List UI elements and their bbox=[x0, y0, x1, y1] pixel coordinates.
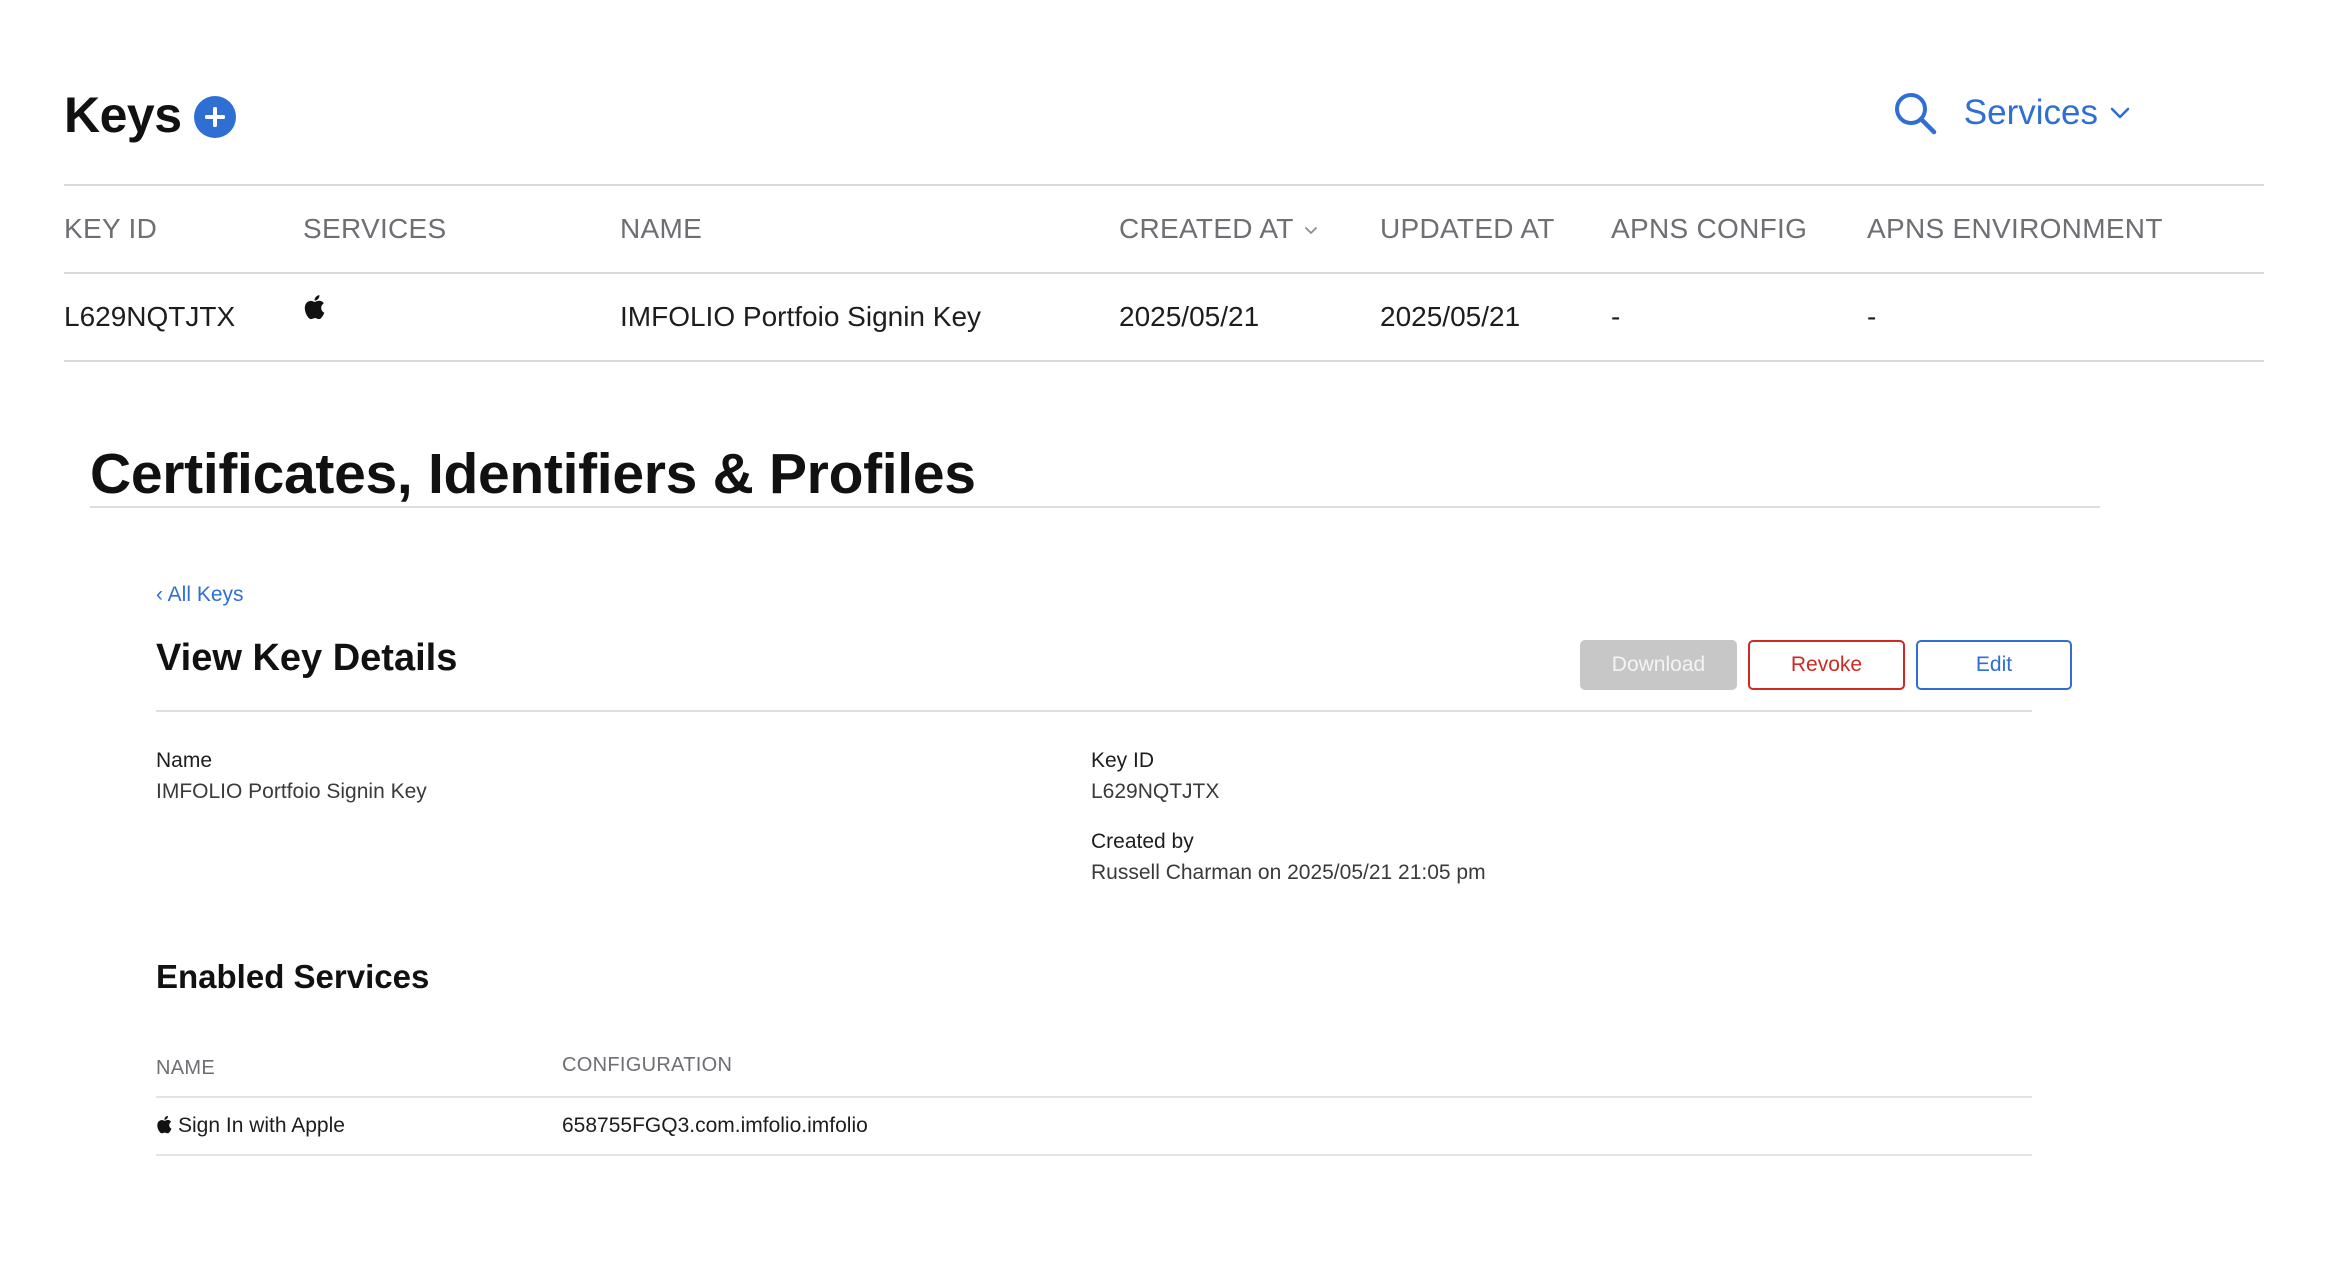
created-by-label: Created by bbox=[1091, 830, 1194, 853]
divider bbox=[90, 506, 2100, 508]
column-header-apns-environment: APNS ENVIRONMENT bbox=[1867, 213, 2163, 244]
key-id-value: L629NQTJTX bbox=[1091, 780, 1220, 803]
services-filter-label: Services bbox=[1963, 93, 2098, 132]
revoke-button[interactable]: Revoke bbox=[1748, 640, 1905, 690]
enabled-services-table: NAME CONFIGURATION Sign In with Apple 65… bbox=[156, 1040, 2032, 1156]
row-key-id: L629NQTJTX bbox=[64, 301, 236, 332]
column-header-key-id: KEY ID bbox=[64, 213, 158, 244]
name-value: IMFOLIO Portfoio Signin Key bbox=[156, 780, 427, 803]
column-header-updated-at: UPDATED AT bbox=[1380, 213, 1555, 244]
service-configuration: 658755FGQ3.com.imfolio.imfolio bbox=[562, 1114, 868, 1137]
column-header-services: SERVICES bbox=[303, 213, 447, 244]
table-row[interactable]: L629NQTJTX IMFOLIO Portfoio Signin Key 2… bbox=[64, 272, 2264, 362]
row-apns-config: - bbox=[1611, 301, 1621, 332]
key-id-label: Key ID bbox=[1091, 749, 1155, 772]
enabled-services-title: Enabled Services bbox=[156, 958, 430, 995]
details-title: View Key Details bbox=[156, 637, 458, 679]
edit-button[interactable]: Edit bbox=[1916, 640, 2072, 690]
search-icon[interactable] bbox=[1892, 90, 1938, 136]
row-name: IMFOLIO Portfoio Signin Key bbox=[620, 301, 982, 332]
created-by-value: Russell Charman on 2025/05/21 21:05 pm bbox=[1091, 861, 1486, 884]
page-title: Certificates, Identifiers & Profiles bbox=[90, 442, 976, 506]
row-services bbox=[303, 274, 325, 360]
divider bbox=[156, 710, 2032, 712]
download-button[interactable]: Download bbox=[1580, 640, 1737, 690]
table-row: Sign In with Apple 658755FGQ3.com.imfoli… bbox=[156, 1098, 2032, 1156]
keys-title-group: Keys bbox=[64, 80, 236, 150]
keys-title: Keys bbox=[64, 87, 182, 143]
service-name: Sign In with Apple bbox=[178, 1114, 345, 1137]
column-header-service-name: NAME bbox=[156, 1057, 215, 1079]
column-header-apns-config: APNS CONFIG bbox=[1611, 213, 1808, 244]
enabled-services-header: NAME CONFIGURATION bbox=[156, 1040, 2032, 1098]
column-header-created-at-label: CREATED AT bbox=[1119, 213, 1294, 244]
header-actions: Services bbox=[1892, 90, 2130, 136]
row-updated-at: 2025/05/21 bbox=[1380, 301, 1521, 332]
services-filter-dropdown[interactable]: Services bbox=[1964, 93, 2130, 133]
apple-icon bbox=[304, 295, 325, 320]
chevron-down-icon bbox=[2110, 107, 2130, 119]
sort-chevron-down-icon bbox=[1304, 227, 1317, 234]
keys-header: Keys Services bbox=[64, 80, 2264, 150]
name-label: Name bbox=[156, 749, 213, 772]
keys-table: KEY ID SERVICES NAME CREATED AT UPDATED … bbox=[64, 184, 2264, 362]
all-keys-back-link[interactable]: ‹ All Keys bbox=[156, 580, 244, 610]
row-created-at: 2025/05/21 bbox=[1119, 301, 1260, 332]
service-name-cell: Sign In with Apple bbox=[156, 1098, 345, 1154]
row-apns-environment: - bbox=[1867, 301, 1877, 332]
keys-table-header: KEY ID SERVICES NAME CREATED AT UPDATED … bbox=[64, 184, 2264, 272]
plus-circle-icon[interactable] bbox=[193, 96, 236, 138]
column-header-created-at[interactable]: CREATED AT bbox=[1119, 186, 1318, 272]
column-header-configuration: CONFIGURATION bbox=[562, 1054, 733, 1076]
apple-icon bbox=[157, 1115, 172, 1133]
column-header-name: NAME bbox=[620, 213, 703, 244]
